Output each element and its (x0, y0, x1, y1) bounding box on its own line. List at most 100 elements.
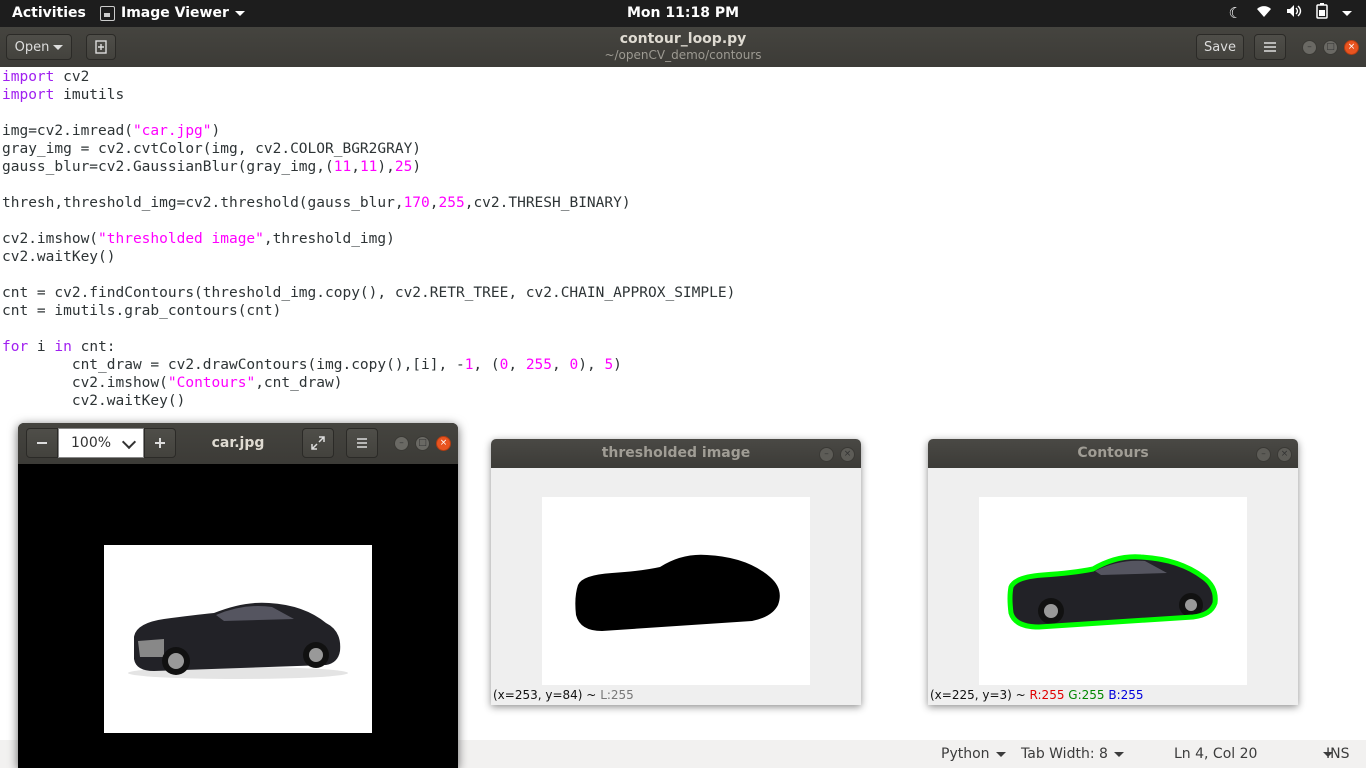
contours-image (979, 497, 1247, 685)
code-literal: 255 (525, 357, 553, 373)
code-token: ), (578, 357, 605, 373)
image-viewer-icon (100, 5, 115, 21)
thresholded-window-title: thresholded image (491, 439, 861, 468)
code-keyword: for (2, 339, 29, 355)
document-title: contour_loop.py (619, 31, 747, 47)
code-keyword: import (2, 87, 55, 103)
thresholded-value: L:255 (600, 688, 634, 702)
code-token: ) (211, 123, 221, 139)
editor-header-bar: Open contour_loop.py ~/openCV_demo/conto… (0, 27, 1366, 67)
clock[interactable]: Mon 11:18 PM (627, 5, 739, 21)
code-line[interactable] (2, 266, 735, 284)
minimize-button[interactable]: – (394, 436, 409, 451)
code-line[interactable] (2, 320, 735, 338)
tab-width-selector[interactable]: Tab Width: 8 (1021, 746, 1124, 762)
minimize-button[interactable]: – (1256, 447, 1271, 462)
code-line[interactable]: thresh,threshold_img=cv2.threshold(gauss… (2, 194, 735, 212)
hamburger-menu-button[interactable] (1254, 34, 1286, 60)
insert-mode[interactable]: INS (1326, 746, 1350, 762)
code-line[interactable]: img=cv2.imread("car.jpg") (2, 122, 735, 140)
code-line[interactable]: gauss_blur=cv2.GaussianBlur(gray_img,(11… (2, 158, 735, 176)
zoom-in-button[interactable] (144, 428, 176, 458)
contours-status-bar: (x=225, y=3) ~ R:255 G:255 B:255 (930, 688, 1144, 702)
close-button[interactable]: × (436, 436, 451, 451)
code-line[interactable]: cv2.imshow("Contours",cnt_draw) (2, 374, 735, 392)
code-literal: 25 (394, 159, 413, 175)
code-literal: 11 (333, 159, 352, 175)
code-line[interactable]: cnt_draw = cv2.drawContours(img.copy(),[… (2, 356, 735, 374)
close-button[interactable]: × (840, 447, 855, 462)
contours-blue-value: B:255 (1108, 688, 1144, 702)
minimize-button[interactable]: – (1302, 40, 1317, 55)
plus-icon (155, 438, 165, 448)
image-viewer-header: 100% car.jpg – □ × (18, 423, 458, 464)
system-tray[interactable]: ☾ (1229, 3, 1352, 23)
code-line[interactable]: import cv2 (2, 68, 735, 86)
chevron-down-icon (234, 10, 245, 16)
code-line[interactable] (2, 104, 735, 122)
code-literal: 5 (604, 357, 614, 373)
code-line[interactable]: cv2.waitKey() (2, 392, 735, 410)
code-keyword: import (2, 69, 55, 85)
code-token: cnt = imutils.grab_contours(cnt) (2, 303, 282, 319)
hamburger-icon (1264, 42, 1276, 52)
save-button[interactable]: Save (1196, 34, 1244, 60)
cursor-position-label: Ln 4, Col 20 (1174, 746, 1258, 762)
code-line[interactable]: for i in cnt: (2, 338, 735, 356)
cursor-position[interactable]: Ln 4, Col 20 (1174, 746, 1334, 762)
app-menu[interactable]: Image Viewer (100, 5, 245, 21)
code-token: ) (613, 357, 622, 373)
language-selector[interactable]: Python (941, 746, 1006, 762)
code-line[interactable]: cnt = cv2.findContours(threshold_img.cop… (2, 284, 735, 302)
code-literal: "Contours" (167, 375, 256, 391)
chevron-down-icon (1113, 751, 1124, 757)
system-menu-chevron-icon (1342, 10, 1352, 16)
code-line[interactable]: gray_img = cv2.cvtColor(img, cv2.COLOR_B… (2, 140, 735, 158)
image-viewer-window-controls: – □ × (394, 436, 451, 451)
code-line[interactable] (2, 212, 735, 230)
code-line[interactable]: import imutils (2, 86, 735, 104)
window-controls: – □ × (1302, 40, 1359, 55)
thresholded-image (542, 497, 810, 685)
zoom-out-button[interactable] (26, 428, 58, 458)
battery-icon (1316, 3, 1328, 23)
volume-icon (1286, 4, 1302, 22)
code-token: , (351, 159, 360, 175)
contours-window-title: Contours (928, 439, 1298, 468)
code-line[interactable]: cv2.imshow("thresholded image",threshold… (2, 230, 735, 248)
code-line[interactable]: cnt = imutils.grab_contours(cnt) (2, 302, 735, 320)
code-token: ) (412, 159, 422, 175)
thresholded-coords: (x=253, y=84) ~ (493, 688, 597, 702)
code-token: cv2.imshow( (2, 375, 168, 391)
activities-button[interactable]: Activities (12, 5, 86, 21)
maximize-button[interactable]: □ (1323, 40, 1338, 55)
tab-width-label: Tab Width: 8 (1021, 746, 1108, 762)
hamburger-icon (357, 438, 367, 448)
thresholded-image-window: thresholded image – × (x=253, y=84) ~ L:… (491, 439, 861, 705)
code-token: , (552, 357, 570, 373)
close-button[interactable]: × (1344, 40, 1359, 55)
zoom-level: 100% (71, 435, 112, 451)
maximize-button[interactable]: □ (415, 436, 430, 451)
code-token: gray_img = cv2.cvtColor(img, cv2.COLOR_B… (2, 141, 422, 157)
code-token: , (429, 195, 439, 211)
thresholded-window-controls: – × (819, 447, 855, 462)
image-viewer-window: 100% car.jpg – □ × (18, 423, 458, 768)
app-menu-label: Image Viewer (121, 5, 229, 21)
code-line[interactable]: cv2.waitKey() (2, 248, 735, 266)
thresholded-status-bar: (x=253, y=84) ~ L:255 (493, 688, 634, 702)
code-token: gauss_blur=cv2.GaussianBlur(gray_img,( (2, 159, 334, 175)
close-button[interactable]: × (1277, 447, 1292, 462)
code-token: img=cv2.imread( (2, 123, 133, 139)
code-token: ), (377, 159, 395, 175)
minimize-button[interactable]: – (819, 447, 834, 462)
code-line[interactable] (2, 176, 735, 194)
code-literal: 255 (438, 195, 465, 211)
top-bar: Activities Image Viewer Mon 11:18 PM ☾ (0, 0, 1366, 27)
image-viewer-menu-button[interactable] (346, 428, 378, 458)
zoom-level-combo[interactable]: 100% (58, 428, 144, 458)
fullscreen-button[interactable] (302, 428, 334, 458)
code-token: cnt: (71, 339, 116, 355)
code-token: , ( (473, 357, 500, 373)
code-text[interactable]: import cv2 import imutils img=cv2.imread(… (2, 68, 735, 410)
